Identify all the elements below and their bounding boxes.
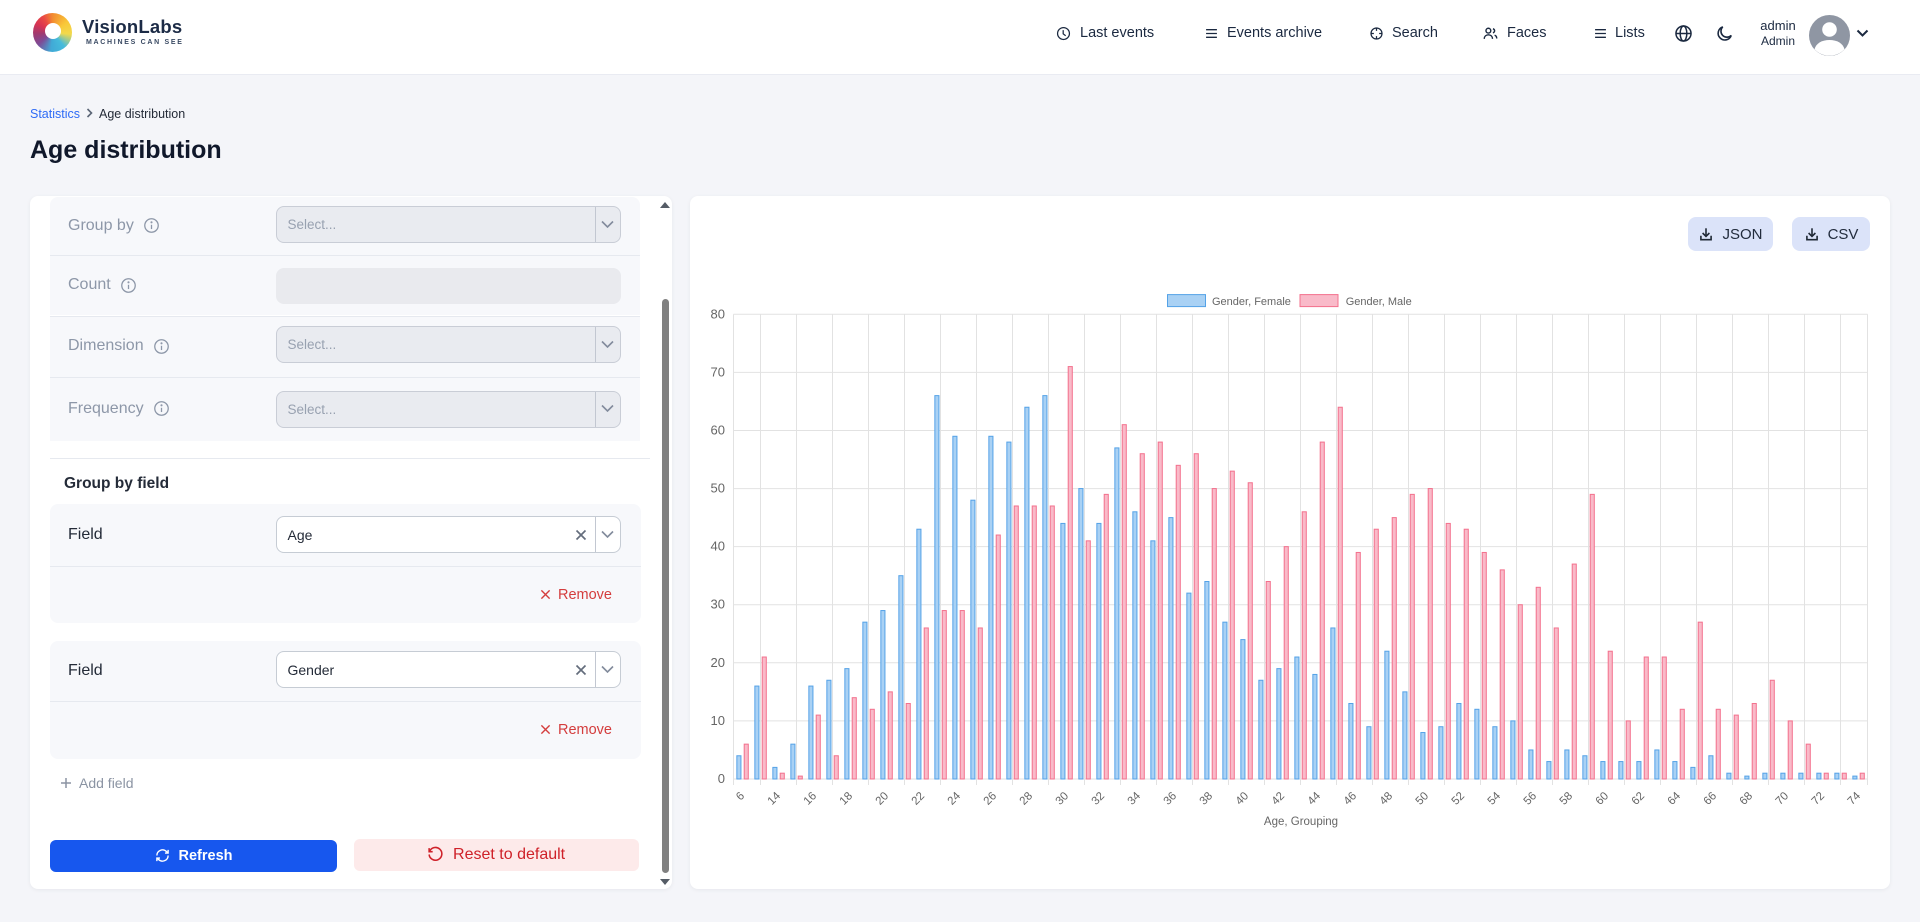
svg-text:18: 18: [838, 790, 856, 808]
svg-text:16: 16: [802, 790, 820, 808]
svg-text:44: 44: [1306, 790, 1324, 808]
svg-text:Age, Grouping: Age, Grouping: [1264, 816, 1338, 828]
svg-text:74: 74: [1846, 790, 1864, 808]
svg-text:20: 20: [874, 790, 892, 808]
svg-text:62: 62: [1630, 790, 1648, 808]
svg-text:Gender, Female: Gender, Female: [1212, 296, 1291, 308]
svg-text:20: 20: [711, 655, 725, 670]
svg-text:52: 52: [1450, 790, 1468, 808]
svg-text:70: 70: [1774, 790, 1792, 808]
svg-text:22: 22: [910, 790, 928, 808]
svg-text:50: 50: [711, 481, 725, 496]
svg-text:46: 46: [1342, 790, 1360, 808]
svg-text:32: 32: [1090, 790, 1108, 808]
svg-text:80: 80: [711, 306, 725, 321]
svg-text:48: 48: [1378, 790, 1396, 808]
svg-text:66: 66: [1702, 790, 1720, 808]
svg-text:24: 24: [946, 790, 964, 808]
svg-text:72: 72: [1810, 790, 1828, 808]
svg-text:60: 60: [1594, 790, 1612, 808]
svg-text:14: 14: [766, 790, 784, 808]
svg-text:40: 40: [711, 539, 725, 554]
svg-text:34: 34: [1126, 790, 1144, 808]
svg-text:6: 6: [734, 790, 747, 803]
svg-text:Gender, Male: Gender, Male: [1346, 296, 1412, 308]
svg-text:0: 0: [718, 771, 725, 786]
svg-text:10: 10: [711, 713, 725, 728]
svg-text:50: 50: [1414, 790, 1432, 808]
svg-text:58: 58: [1558, 790, 1576, 808]
svg-text:64: 64: [1666, 790, 1684, 808]
svg-text:70: 70: [711, 364, 725, 379]
svg-text:28: 28: [1018, 790, 1036, 808]
svg-text:42: 42: [1270, 790, 1288, 808]
svg-text:36: 36: [1162, 790, 1180, 808]
svg-text:26: 26: [982, 790, 1000, 808]
svg-text:40: 40: [1234, 790, 1252, 808]
svg-text:38: 38: [1198, 790, 1216, 808]
svg-text:68: 68: [1738, 790, 1756, 808]
svg-text:30: 30: [1054, 790, 1072, 808]
svg-text:56: 56: [1522, 790, 1540, 808]
svg-text:54: 54: [1486, 790, 1504, 808]
svg-text:60: 60: [711, 423, 725, 438]
svg-text:30: 30: [711, 597, 725, 612]
